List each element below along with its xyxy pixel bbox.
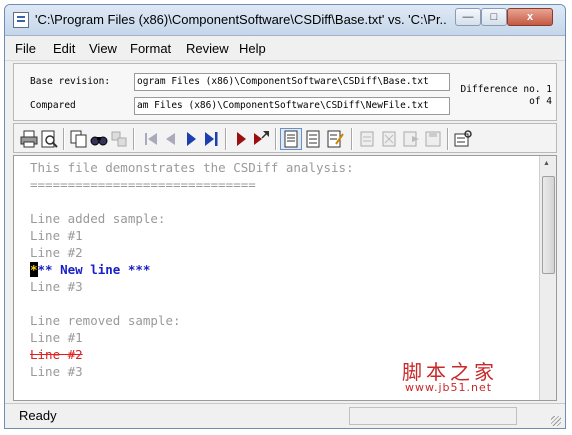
text-line: Line added sample: [30, 211, 166, 226]
view-edit-icon[interactable] [325, 129, 345, 149]
menu-format[interactable]: Format [130, 41, 171, 56]
text-line: This file demonstrates the CSDiff analys… [30, 160, 354, 175]
menu-file[interactable]: File [15, 41, 36, 56]
last-difference-icon[interactable] [201, 129, 221, 149]
view-side-by-side-icon[interactable] [303, 129, 323, 149]
toolbar-separator [63, 128, 65, 150]
previous-difference-icon[interactable] [161, 129, 181, 149]
copy-icon[interactable] [69, 129, 89, 149]
jump-to-change-icon[interactable] [251, 129, 271, 149]
status-text: Ready [19, 408, 57, 423]
resize-grip-icon[interactable] [551, 416, 561, 426]
added-line-text: ** New line *** [37, 262, 151, 277]
text-line: Line #1 [30, 330, 83, 345]
added-line: *** New line *** [30, 262, 150, 277]
text-line: Line #2 [30, 245, 83, 260]
menu-help[interactable]: Help [239, 41, 266, 56]
window-title: 'C:\Program Files (x86)\ComponentSoftwar… [35, 12, 447, 27]
replace-icon[interactable] [109, 129, 129, 149]
vertical-scrollbar[interactable]: ▲ [539, 156, 556, 400]
maximize-button[interactable]: □ [481, 8, 507, 26]
status-bar: Ready [5, 403, 565, 428]
difference-total: of 4 [529, 96, 552, 107]
toolbar-separator [133, 128, 135, 150]
view-merged-icon[interactable] [280, 128, 302, 150]
menu-edit[interactable]: Edit [53, 41, 75, 56]
app-icon[interactable] [13, 12, 29, 28]
text-line: Line #3 [30, 364, 83, 379]
toolbar-separator [275, 128, 277, 150]
status-panel [349, 407, 517, 425]
toolbar [13, 123, 557, 153]
toolbar-separator [225, 128, 227, 150]
title-bar[interactable]: 'C:\Program Files (x86)\ComponentSoftwar… [5, 5, 565, 36]
first-difference-icon[interactable] [141, 129, 161, 149]
text-line: Line #3 [30, 279, 83, 294]
close-button[interactable]: x [507, 8, 553, 26]
compared-field[interactable]: am Files (x86)\ComponentSoftware\CSDiff\… [134, 97, 450, 115]
menu-review[interactable]: Review [186, 41, 229, 56]
revision-panel: Base revision: ogram Files (x86)\Compone… [13, 63, 557, 121]
difference-indicator: Difference no. 1 of 4 [456, 84, 552, 108]
text-line: Line removed sample: [30, 313, 181, 328]
accept-icon[interactable] [357, 129, 377, 149]
print-icon[interactable] [19, 129, 39, 149]
minimize-button[interactable]: — [455, 8, 481, 26]
reject-icon[interactable] [379, 129, 399, 149]
text-line: ============================== [30, 177, 256, 192]
toolbar-separator [351, 128, 353, 150]
menu-view[interactable]: View [89, 41, 117, 56]
print-preview-icon[interactable] [39, 129, 59, 149]
base-revision-label: Base revision: [30, 76, 111, 87]
next-change-icon[interactable] [231, 129, 251, 149]
watermark-url: www.jb51.net [405, 381, 493, 394]
compared-label: Compared [30, 100, 76, 111]
toolbar-separator [447, 128, 449, 150]
text-line: Line #1 [30, 228, 83, 243]
menu-bar: File Edit View Format Review Help [5, 36, 565, 61]
find-icon[interactable] [89, 129, 109, 149]
properties-icon[interactable] [453, 129, 473, 149]
removed-line: Line #2 [30, 347, 83, 362]
next-difference-icon[interactable] [181, 129, 201, 149]
export-icon[interactable] [401, 129, 421, 149]
base-revision-field[interactable]: ogram Files (x86)\ComponentSoftware\CSDi… [134, 73, 450, 91]
text-cursor: * [30, 262, 38, 277]
save-report-icon[interactable] [423, 129, 443, 149]
scroll-up-icon[interactable]: ▲ [543, 160, 550, 167]
difference-number: Difference no. 1 [460, 84, 552, 95]
scrollbar-thumb[interactable] [542, 176, 555, 274]
